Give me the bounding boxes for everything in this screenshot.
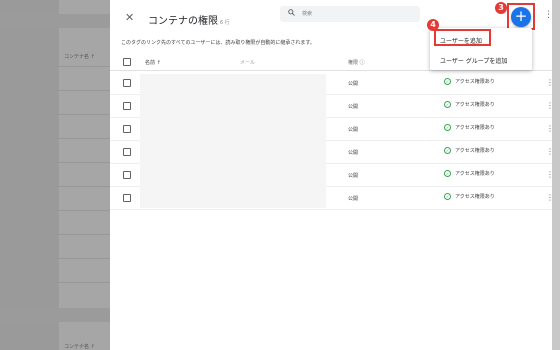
row-access: ✓ アクセス権限あり	[444, 147, 495, 156]
row-access: ✓ アクセス権限あり	[444, 101, 495, 110]
column-header-permission: 権限 ⓘ	[348, 60, 365, 66]
access-label: アクセス権限あり	[455, 148, 495, 154]
search-icon	[288, 9, 295, 18]
more-vert-icon[interactable]: ⋮	[546, 194, 554, 202]
background-divider	[58, 114, 110, 115]
row-permission: 公開	[348, 150, 359, 156]
check-circle-icon: ✓	[444, 124, 451, 131]
access-label: アクセス権限あり	[455, 102, 495, 108]
column-header-email: メール	[240, 60, 256, 66]
row-permission: 公開	[348, 196, 359, 202]
row-access: ✓ アクセス権限あり	[444, 78, 495, 87]
background-divider	[58, 66, 110, 67]
background-divider	[58, 234, 110, 235]
inheritance-description: このタグのリンク先のすべてのユーザーには、読み取り権限が自動的に継承されます。	[121, 40, 315, 46]
select-all-checkbox[interactable]	[123, 58, 131, 66]
row-checkbox[interactable]	[123, 171, 131, 179]
more-vert-icon[interactable]: ⋮	[544, 11, 553, 20]
check-circle-icon: ✓	[444, 147, 451, 154]
check-circle-icon: ✓	[444, 170, 451, 177]
row-access: ✓ アクセス権限あり	[444, 193, 495, 202]
row-permission: 公開	[348, 104, 359, 110]
row-count: 6 行	[220, 20, 230, 26]
more-vert-icon[interactable]: ⋮	[546, 171, 554, 179]
row-checkbox[interactable]	[123, 125, 131, 133]
row-access: ✓ アクセス権限あり	[444, 170, 495, 179]
step-badge: 3	[495, 2, 507, 14]
check-circle-icon: ✓	[444, 101, 451, 108]
search-input[interactable]: 検索	[280, 6, 420, 22]
background-header	[0, 14, 110, 28]
menu-item-add-user-group[interactable]: ユーザー グループを追加	[440, 56, 507, 65]
row-checkbox[interactable]	[123, 194, 131, 202]
title-text: コンテナの権限	[148, 16, 218, 27]
row-checkbox[interactable]	[123, 148, 131, 156]
background-divider	[58, 258, 110, 259]
plus-icon: +	[514, 7, 528, 25]
row-permission: 公開	[348, 81, 359, 87]
background-divider	[58, 138, 110, 139]
background-divider	[58, 210, 110, 211]
more-vert-icon[interactable]: ⋮	[546, 102, 554, 110]
search-placeholder: 検索	[302, 11, 313, 17]
background-divider	[58, 186, 110, 187]
column-header-name[interactable]: 名前 ↑	[145, 59, 161, 66]
more-vert-icon[interactable]: ⋮	[546, 125, 554, 133]
background-column-label: コンテナ名 ↑	[64, 344, 95, 350]
check-circle-icon: ✓	[444, 193, 451, 200]
background-divider	[58, 162, 110, 163]
row-checkbox[interactable]	[123, 79, 131, 87]
more-vert-icon[interactable]: ⋮	[546, 148, 554, 156]
more-vert-icon[interactable]: ⋮	[546, 79, 554, 87]
row-checkbox[interactable]	[123, 102, 131, 110]
add-button[interactable]: +	[511, 7, 531, 27]
background-divider	[58, 90, 110, 91]
row-permission: 公開	[348, 127, 359, 133]
row-permission: 公開	[348, 173, 359, 179]
add-user-highlight	[434, 29, 491, 46]
background-divider	[58, 282, 110, 283]
redacted-user-info	[140, 74, 326, 208]
access-label: アクセス権限あり	[455, 125, 495, 131]
close-icon[interactable]: ✕	[125, 11, 134, 24]
row-access: ✓ アクセス権限あり	[444, 124, 495, 133]
access-label: アクセス権限あり	[455, 79, 495, 85]
background-column-label: コンテナ名 ↑	[64, 54, 95, 60]
background-header	[0, 308, 110, 322]
background-app: コンテナ名 ↑ コンテナ名 ↑	[0, 0, 110, 350]
page-title: コンテナの権限 6 行	[148, 12, 230, 27]
step-badge: 4	[427, 19, 439, 31]
check-circle-icon: ✓	[444, 78, 451, 85]
access-label: アクセス権限あり	[455, 171, 495, 177]
background-nav-strip	[0, 0, 58, 350]
access-label: アクセス権限あり	[455, 194, 495, 200]
